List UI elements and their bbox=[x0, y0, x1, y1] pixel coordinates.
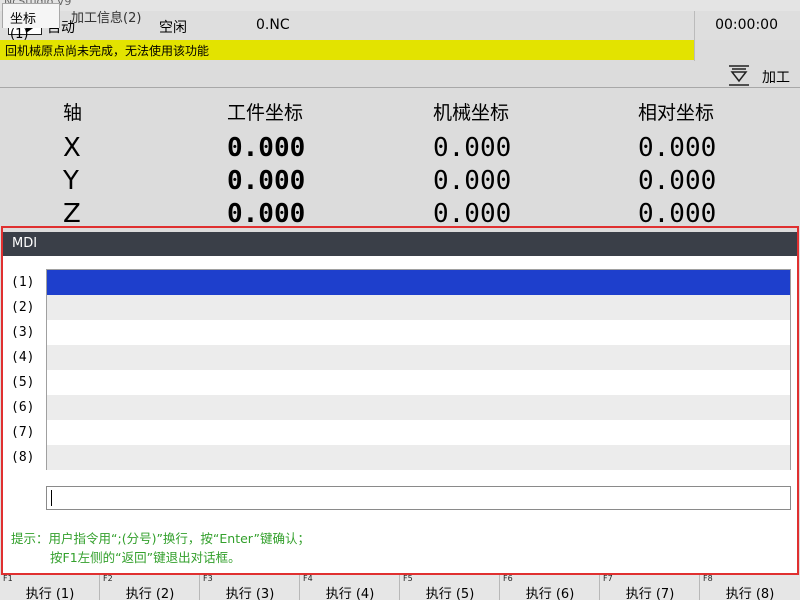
elapsed-time: 00:00:00 bbox=[715, 17, 778, 33]
process-icon[interactable] bbox=[726, 64, 752, 92]
fkey-action: 执行 (7) bbox=[625, 587, 675, 600]
tab-coordinates[interactable]: 坐标(1) bbox=[2, 3, 60, 42]
work-x-value: 0.000 bbox=[227, 133, 306, 163]
axis-header: 轴 bbox=[63, 102, 83, 124]
relative-x-value: 0.000 bbox=[638, 133, 717, 163]
work-coord-header: 工件坐标 bbox=[227, 102, 304, 124]
fkey-label: F6 bbox=[503, 574, 513, 583]
fkey-label: F8 bbox=[703, 574, 713, 583]
warning-bar: 回机械原点尚未完成，无法使用该功能 bbox=[0, 40, 694, 60]
process-button[interactable]: 加工 bbox=[762, 67, 790, 87]
fkey-action: 执行 (6) bbox=[525, 587, 575, 600]
fkey-label: F3 bbox=[203, 574, 213, 583]
machine-coord-header: 机械坐标 bbox=[433, 102, 510, 124]
fkey-label: F7 bbox=[603, 574, 613, 583]
status-divider bbox=[694, 11, 695, 61]
f4-execute-button[interactable]: F4 执行 (4) bbox=[300, 574, 400, 600]
machine-z-value: 0.000 bbox=[433, 199, 512, 229]
f8-execute-button[interactable]: F8 执行 (8) bbox=[700, 574, 800, 600]
f5-execute-button[interactable]: F5 执行 (5) bbox=[400, 574, 500, 600]
machine-y-value: 0.000 bbox=[433, 166, 512, 196]
fkey-label: F1 bbox=[3, 574, 13, 583]
work-y-value: 0.000 bbox=[227, 166, 306, 196]
coordinate-panel: 轴 工件坐标 机械坐标 相对坐标 X 0.000 0.000 0.000 Y 0… bbox=[0, 89, 800, 229]
file-name: 0.NC bbox=[256, 17, 290, 33]
tab-row bbox=[0, 61, 800, 88]
work-z-value: 0.000 bbox=[227, 199, 306, 229]
relative-z-value: 0.000 bbox=[638, 199, 717, 229]
machine-x-value: 0.000 bbox=[433, 133, 512, 163]
fkey-action: 执行 (3) bbox=[225, 587, 275, 600]
fkey-label: F2 bbox=[103, 574, 113, 583]
fkey-action: 执行 (4) bbox=[325, 587, 375, 600]
axis-z-label: Z bbox=[63, 199, 81, 229]
relative-y-value: 0.000 bbox=[638, 166, 717, 196]
fkey-action: 执行 (8) bbox=[725, 587, 775, 600]
f6-execute-button[interactable]: F6 执行 (6) bbox=[500, 574, 600, 600]
fkey-action: 执行 (1) bbox=[25, 587, 75, 600]
machine-state: 空闲 bbox=[159, 20, 187, 36]
fkey-label: F4 bbox=[303, 574, 313, 583]
f7-execute-button[interactable]: F7 执行 (7) bbox=[600, 574, 700, 600]
relative-coord-header: 相对坐标 bbox=[638, 102, 715, 124]
tab-process-info[interactable]: 加工信息(2) bbox=[64, 3, 148, 27]
fkey-label: F5 bbox=[403, 574, 413, 583]
warning-text: 回机械原点尚未完成，无法使用该功能 bbox=[5, 44, 210, 58]
f1-execute-button[interactable]: F1 执行 (1) bbox=[0, 574, 100, 600]
axis-y-label: Y bbox=[63, 166, 79, 196]
f3-execute-button[interactable]: F3 执行 (3) bbox=[200, 574, 300, 600]
f2-execute-button[interactable]: F2 执行 (2) bbox=[100, 574, 200, 600]
function-key-bar: F1 执行 (1) F2 执行 (2) F3 执行 (3) F4 执行 (4) … bbox=[0, 574, 800, 600]
axis-x-label: X bbox=[63, 133, 81, 163]
mdi-highlight-frame bbox=[1, 226, 799, 575]
fkey-action: 执行 (5) bbox=[425, 587, 475, 600]
fkey-action: 执行 (2) bbox=[125, 587, 175, 600]
